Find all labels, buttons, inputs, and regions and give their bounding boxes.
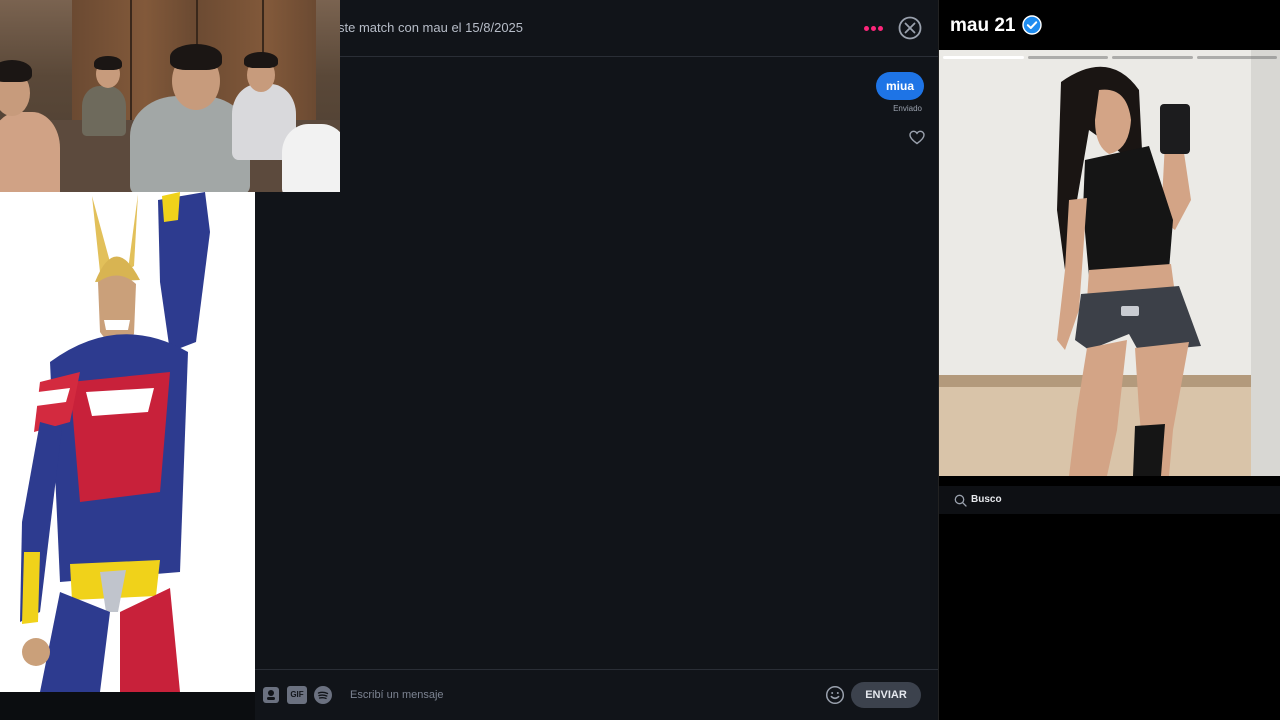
- send-button[interactable]: ENVIAR: [851, 682, 921, 708]
- sticker-icon[interactable]: [262, 686, 280, 704]
- match-date-text: ste match con mau el 15/8/2025: [338, 20, 524, 35]
- webcam-person: [282, 124, 340, 192]
- more-dots-icon[interactable]: [862, 18, 886, 38]
- emoji-icon[interactable]: [825, 685, 845, 705]
- webcam-overlay: [0, 0, 340, 192]
- search-icon: [954, 494, 967, 507]
- webcam-person: [82, 86, 126, 136]
- message-status: Enviado: [893, 104, 922, 113]
- message-input[interactable]: [350, 684, 810, 706]
- message-bubble[interactable]: miua: [875, 72, 924, 100]
- webcam-person: [0, 112, 60, 192]
- profile-panel: mau 21 Busco: [938, 0, 1280, 720]
- hero-bottom-strip: [0, 692, 255, 720]
- looking-for-label: Busco: [971, 494, 1002, 505]
- gif-icon[interactable]: GIF: [287, 686, 307, 704]
- spotify-icon[interactable]: [314, 686, 332, 704]
- verified-badge-icon: [1022, 15, 1042, 35]
- app-root: ste match con mau el 15/8/2025 miua Envi…: [0, 0, 1280, 720]
- heart-icon[interactable]: [909, 130, 925, 145]
- hero-figure-image: [0, 192, 255, 692]
- photo-progress-bars: [943, 56, 1277, 59]
- looking-for-row: Busco: [939, 486, 1280, 514]
- close-circle-icon[interactable]: [898, 16, 922, 40]
- profile-photo[interactable]: [939, 50, 1280, 476]
- profile-name-age: mau 21: [950, 15, 1016, 36]
- message-composer: GIF ENVIAR: [254, 669, 938, 720]
